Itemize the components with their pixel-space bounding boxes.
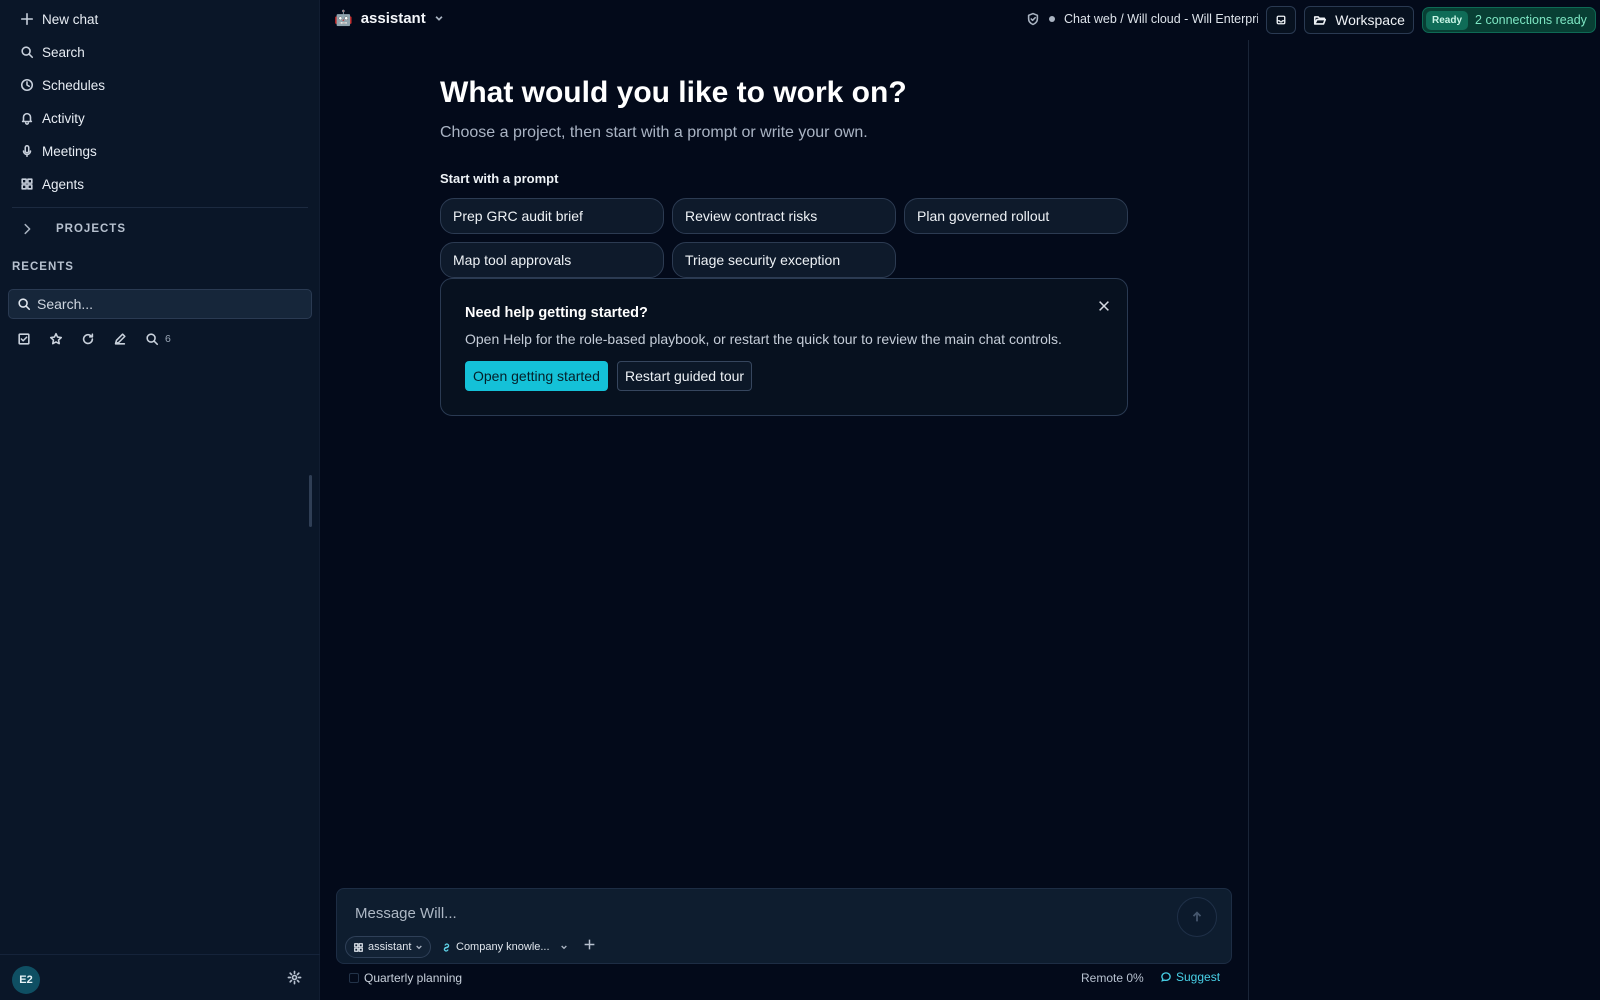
restart-tour-button[interactable]: Restart guided tour	[617, 361, 753, 391]
sidebar-scrollbar[interactable]	[309, 475, 312, 527]
remote-usage: Remote 0%	[1081, 971, 1144, 985]
sidebar-item-schedules[interactable]: Schedules	[20, 73, 105, 97]
chat-bubble-icon	[1160, 971, 1172, 983]
page-subtitle: Choose a project, then start with a prom…	[440, 124, 868, 141]
project-checkbox[interactable]	[349, 973, 359, 983]
sidebar-item-agents[interactable]: Agents	[20, 172, 84, 196]
microphone-icon	[20, 144, 34, 158]
shield-icon	[1026, 12, 1040, 26]
prompt-chip[interactable]: Plan governed rollout	[904, 198, 1128, 234]
nav-label: Activity	[42, 110, 85, 126]
knowledge-chip-label: Company knowle...	[456, 941, 550, 953]
send-button[interactable]	[1177, 897, 1217, 937]
sidebar-item-search[interactable]: Search	[20, 40, 85, 64]
inbox-icon	[1275, 14, 1287, 26]
result-count: 6	[165, 333, 171, 345]
plus-icon	[20, 12, 34, 26]
avatar[interactable]: E2	[12, 966, 40, 994]
page-title: What would you like to work on?	[440, 76, 907, 109]
prompt-chip[interactable]: Prep GRC audit brief	[440, 198, 664, 234]
nav-label: Meetings	[42, 143, 97, 159]
inbox-button[interactable]	[1266, 6, 1296, 34]
refresh-icon[interactable]	[81, 332, 95, 346]
chevron-right-icon	[20, 222, 34, 236]
recents-filters: 6	[17, 332, 171, 346]
agent-chip[interactable]: assistant	[345, 936, 432, 958]
plus-icon[interactable]	[583, 938, 596, 951]
pencil-icon[interactable]	[113, 332, 127, 346]
project-label: Quarterly planning	[364, 971, 463, 985]
search-icon[interactable]	[145, 332, 159, 346]
message-composer: assistant Company knowle...	[336, 888, 1232, 964]
open-getting-started-button[interactable]: Open getting started	[465, 361, 608, 391]
link-icon	[441, 942, 452, 953]
projects-toggle[interactable]: PROJECTS	[20, 222, 126, 236]
sidebar-footer: E2	[0, 954, 320, 1000]
agent-selector[interactable]: 🤖 assistant	[334, 9, 444, 27]
close-icon[interactable]	[1097, 299, 1111, 313]
agent-name: assistant	[360, 9, 426, 27]
nav-label: Search	[42, 44, 85, 60]
prompt-chip[interactable]: Triage security exception	[672, 242, 896, 278]
prompt-section-label: Start with a prompt	[440, 171, 559, 186]
gear-icon[interactable]	[287, 970, 302, 985]
chevron-down-icon	[560, 943, 568, 951]
agent-chip-label: assistant	[368, 941, 412, 953]
recents-label: RECENTS	[12, 261, 74, 273]
getting-started-card: Need help getting started? Open Help for…	[440, 278, 1128, 416]
folder-open-icon	[1313, 13, 1327, 27]
help-text: Open Help for the role-based playbook, o…	[465, 331, 1062, 347]
panel-divider[interactable]	[1248, 40, 1249, 1000]
recents-search-input[interactable]	[37, 296, 297, 312]
workspace-button[interactable]: Workspace	[1304, 6, 1414, 34]
environment-label: Chat web / Will cloud - Will Enterprise	[1064, 12, 1258, 26]
search-icon	[17, 297, 31, 311]
status-badge: Ready	[1426, 10, 1469, 30]
arrow-up-icon	[1190, 910, 1204, 924]
project-selector[interactable]: Quarterly planning	[349, 971, 462, 985]
sidebar-item-meetings[interactable]: Meetings	[20, 139, 97, 163]
status-dot	[1049, 16, 1055, 22]
nav-label: Agents	[42, 176, 85, 192]
help-title: Need help getting started?	[465, 305, 648, 321]
sidebar-item-activity[interactable]: Activity	[20, 106, 85, 130]
chevron-down-icon	[415, 943, 423, 951]
sidebar: New chat Search Schedules Activity Meeti…	[0, 0, 320, 1000]
connection-status[interactable]: Ready 2 connections ready	[1422, 7, 1596, 33]
grid-icon	[353, 942, 364, 953]
workspace-label: Workspace	[1335, 12, 1405, 28]
nav-label: New chat	[42, 11, 99, 27]
recents-search	[8, 289, 312, 319]
nav-label: Schedules	[42, 77, 106, 93]
clock-icon	[20, 78, 34, 92]
prompt-chip[interactable]: Review contract risks	[672, 198, 896, 234]
new-chat-button[interactable]: New chat	[20, 7, 98, 31]
suggest-label: Suggest	[1176, 970, 1221, 984]
environment-info: Chat web / Will cloud - Will Enterprise	[1026, 12, 1258, 26]
knowledge-chip[interactable]: Company knowle...	[441, 936, 568, 958]
prompt-chip[interactable]: Map tool approvals	[440, 242, 664, 278]
search-icon	[20, 45, 34, 59]
projects-label: PROJECTS	[56, 223, 126, 235]
top-bar: 🤖 assistant Chat web / Will cloud - Will…	[320, 0, 1600, 40]
connections-label: 2 connections ready	[1475, 13, 1587, 27]
suggest-button[interactable]: Suggest	[1160, 970, 1220, 984]
checkbox-icon[interactable]	[17, 332, 31, 346]
chevron-down-icon	[434, 13, 444, 23]
star-icon[interactable]	[49, 332, 63, 346]
sidebar-divider	[12, 207, 308, 208]
robot-icon: 🤖	[334, 10, 353, 27]
grid-icon	[20, 177, 34, 191]
bell-icon	[20, 111, 34, 125]
message-input[interactable]	[355, 902, 1135, 924]
